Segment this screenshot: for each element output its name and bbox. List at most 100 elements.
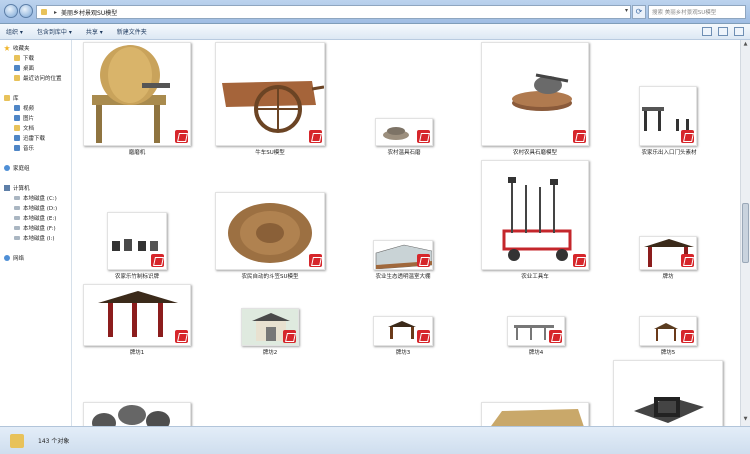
sidebar-item-pictures[interactable]: 图片	[0, 113, 71, 123]
file-label[interactable]: 牌坊3	[373, 348, 433, 356]
file-label[interactable]: 农村农具石磨模型	[481, 148, 589, 156]
sketchup-icon	[175, 130, 188, 143]
sidebar-network[interactable]: 网络	[0, 253, 71, 263]
file-thumbnail[interactable]	[373, 316, 433, 346]
file-label[interactable]: 牌坊5	[639, 348, 697, 356]
file-thumbnail[interactable]	[215, 42, 325, 146]
sketchup-icon	[151, 254, 164, 267]
file-thumbnail[interactable]	[481, 160, 589, 270]
address-bar[interactable]: ▸ 美丽乡村景观SU模型 ▾	[36, 5, 631, 19]
breadcrumb-current[interactable]: 美丽乡村景观SU模型	[61, 8, 117, 17]
homegroup-icon	[4, 165, 10, 171]
sidebar-item-documents[interactable]: 文档	[0, 123, 71, 133]
music-icon	[14, 145, 20, 151]
share-menu[interactable]: 共享 ▾	[86, 27, 103, 36]
file-label[interactable]: 牌坊	[639, 272, 697, 280]
status-bar: 143 个对象	[0, 426, 750, 454]
file-thumbnail[interactable]	[83, 42, 191, 146]
file-thumbnail[interactable]	[639, 86, 697, 146]
sidebar-item-music[interactable]: 音乐	[0, 143, 71, 153]
sketchup-icon	[573, 130, 586, 143]
file-thumbnail[interactable]	[639, 316, 697, 346]
sidebar-homegroup[interactable]: 家庭组	[0, 163, 71, 173]
view-options-icon[interactable]	[702, 27, 712, 36]
video-icon	[14, 105, 20, 111]
chevron-down-icon[interactable]: ▾	[625, 7, 628, 14]
file-label[interactable]: 牌坊1	[83, 348, 191, 356]
file-thumbnail[interactable]	[241, 308, 299, 346]
preview-pane-icon[interactable]	[718, 27, 728, 36]
file-thumbnail[interactable]	[481, 402, 589, 426]
file-grid: 磨磨机 牛车SU模型 农村温具石磨 农村农具石磨模型 农家乐出入口门头素材 农家…	[73, 40, 740, 426]
file-label[interactable]: 牛车SU模型	[215, 148, 325, 156]
forward-button[interactable]	[19, 4, 33, 18]
sidebar-item-drive-i[interactable]: 本地磁盘 (I:)	[0, 233, 71, 243]
chevron-right-icon: ▸	[54, 8, 58, 16]
sidebar-item-drive-f[interactable]: 本地磁盘 (F:)	[0, 223, 71, 233]
drive-icon	[14, 206, 20, 210]
sketchup-icon	[417, 254, 430, 267]
sketchup-icon	[175, 330, 188, 343]
command-bar: 组织 ▾ 包含到库中 ▾ 共享 ▾ 新建文件夹	[0, 24, 750, 40]
item-count: 143 个对象	[38, 438, 70, 445]
download-icon	[14, 135, 20, 141]
sidebar-favorites[interactable]: 收藏夹	[0, 43, 71, 53]
file-label[interactable]: 牌坊2	[241, 348, 299, 356]
drive-icon	[14, 236, 20, 240]
help-icon[interactable]	[734, 27, 744, 36]
search-input[interactable]: 搜索 美丽乡村景观SU模型	[648, 5, 746, 19]
file-label[interactable]: 农家乐竹制标识牌	[97, 272, 177, 280]
file-label[interactable]: 农民自动的斗笠SU模型	[215, 272, 325, 280]
sidebar-item-drive-e[interactable]: 本地磁盘 (E:)	[0, 213, 71, 223]
sidebar-item-xunlei[interactable]: 迅雷下载	[0, 133, 71, 143]
sidebar-item-downloads[interactable]: 下载	[0, 53, 71, 63]
scroll-thumb[interactable]	[742, 203, 749, 263]
sketchup-icon	[417, 330, 430, 343]
sidebar-item-drive-d[interactable]: 本地磁盘 (D:)	[0, 203, 71, 213]
file-thumbnail[interactable]	[83, 402, 191, 426]
file-label[interactable]: 农业生态透明温室大棚	[363, 272, 443, 280]
file-label[interactable]: 农业工具车	[481, 272, 589, 280]
sandbags-preview	[491, 409, 584, 426]
scroll-down-icon[interactable]: ▼	[742, 416, 749, 424]
network-icon	[4, 255, 10, 261]
file-label[interactable]: 农村温具石磨	[369, 148, 439, 156]
refresh-button[interactable]: ⟳	[632, 5, 646, 19]
file-label[interactable]: 磨磨机	[83, 148, 191, 156]
sketchup-icon	[309, 254, 322, 267]
search-placeholder: 搜索 美丽乡村景观SU模型	[652, 10, 717, 16]
file-thumbnail[interactable]	[83, 284, 191, 346]
sidebar-item-videos[interactable]: 视频	[0, 103, 71, 113]
file-thumbnail[interactable]	[375, 118, 433, 146]
file-thumbnail[interactable]	[481, 42, 589, 146]
file-thumbnail[interactable]	[639, 236, 697, 270]
rocks-preview	[92, 405, 170, 426]
drive-icon	[14, 216, 20, 220]
drive-icon	[14, 196, 20, 200]
vertical-scrollbar[interactable]: ▲ ▼	[740, 40, 750, 426]
computer-icon	[4, 185, 10, 191]
file-thumbnail[interactable]	[613, 360, 723, 426]
back-button[interactable]	[4, 4, 18, 18]
scroll-up-icon[interactable]: ▲	[742, 41, 749, 49]
organize-menu[interactable]: 组织 ▾	[6, 27, 23, 36]
file-thumbnail[interactable]	[215, 192, 325, 270]
file-label[interactable]: 牌坊4	[507, 348, 565, 356]
sidebar-libraries[interactable]: 库	[0, 93, 71, 103]
file-label[interactable]: 农家乐出入口门头素材	[629, 148, 709, 156]
new-folder-button[interactable]: 新建文件夹	[117, 27, 147, 36]
file-thumbnail[interactable]	[373, 240, 433, 270]
iron-frame-preview	[634, 397, 704, 423]
file-thumbnail[interactable]	[507, 316, 565, 346]
file-thumbnail[interactable]	[107, 212, 167, 270]
sidebar-item-desktop[interactable]: 桌面	[0, 63, 71, 73]
sketchup-icon	[681, 330, 694, 343]
address-toolbar: ▸ 美丽乡村景观SU模型 ▾ ⟳ 搜索 美丽乡村景观SU模型	[0, 0, 750, 24]
include-in-library-menu[interactable]: 包含到库中 ▾	[37, 27, 72, 36]
sidebar-item-recent[interactable]: 最近访问的位置	[0, 73, 71, 83]
document-icon	[14, 125, 20, 131]
sketchup-icon	[309, 130, 322, 143]
desktop-icon	[14, 65, 20, 71]
sidebar-item-drive-c[interactable]: 本地磁盘 (C:)	[0, 193, 71, 203]
sidebar-computer[interactable]: 计算机	[0, 183, 71, 193]
